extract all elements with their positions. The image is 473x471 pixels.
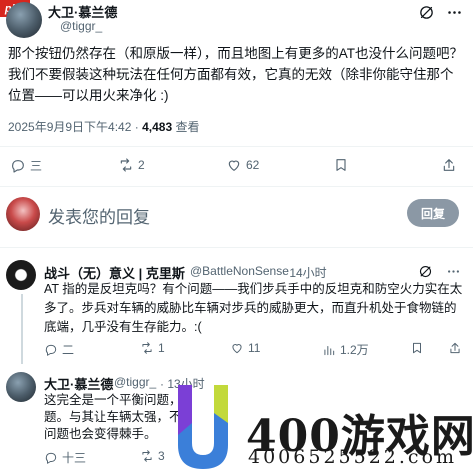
retweet-action[interactable]: 2 [118,157,145,173]
share-action[interactable] [448,341,462,355]
like-count: 11 [248,341,261,355]
watermark-logo [178,385,228,469]
divider [0,146,473,147]
views-label: 查看 [175,120,200,134]
like-action[interactable]: 11 [230,341,260,355]
reply2-avatar[interactable] [6,372,36,402]
share-action[interactable] [441,157,457,173]
more-icon[interactable] [446,4,463,26]
bookmark-action[interactable] [410,341,424,355]
share-icon [443,159,455,171]
like-count: 62 [246,158,260,172]
reply1-text: AT 指的是反坦克吗？有个问题——我们步兵手中的反坦克和防空火力实在太多了。步兵… [44,282,463,334]
watermark-number: 4006525522.com [248,446,458,468]
main-author-handle[interactable]: @tiggr_ [60,19,102,33]
reply-action[interactable]: 十三 [44,449,86,466]
retweet-icon [142,342,152,354]
grok-icon[interactable] [418,4,435,26]
views-icon [324,345,335,355]
reply-action[interactable]: 三 [10,157,42,174]
reply-input[interactable]: 发表您的回复 [48,203,150,228]
main-tweet-text: 那个按钮仍然存在（和原版一样），而且地图上有更多的AT也没什么问题吧？我们不要假… [8,46,463,103]
heart-icon [232,344,242,354]
tweet-timestamp[interactable]: 2025年9月9日下午4:42 [8,120,131,134]
views-count: 4,483 [142,120,173,134]
reply2-text-line3: 问题也会变得棘手。 [44,427,157,441]
reply-icon [12,159,24,173]
retweet-icon [120,158,132,172]
reply-icon [45,344,57,356]
reply-button[interactable]: 回复 [407,199,459,227]
views-action[interactable]: 1.2万 [322,341,369,358]
main-author-avatar[interactable] [6,2,42,38]
retweet-count: 3 [158,449,165,463]
user-avatar[interactable] [6,197,40,231]
bookmark-icon [336,159,346,171]
reply-count: 十三 [62,451,87,465]
views-count: 1.2万 [340,343,369,357]
reply2-author-handle[interactable]: @tiggr_ [114,375,156,389]
reply-icon [45,452,57,464]
reply-action[interactable]: 二 [44,341,74,358]
reply-count: 二 [62,343,75,357]
retweet-action[interactable]: 3 [140,449,165,463]
retweet-icon [142,450,152,462]
reply-count: 三 [30,159,43,173]
retweet-count: 1 [158,341,165,355]
divider [0,247,473,248]
divider [0,186,473,187]
thread-line [21,294,23,364]
bookmark-icon [413,342,421,354]
retweet-count: 2 [138,158,145,172]
heart-icon [228,160,240,171]
reply1-author-handle[interactable]: @BattleNonSense [190,264,289,278]
share-icon [450,342,460,354]
like-action[interactable]: 62 [226,157,259,173]
retweet-action[interactable]: 1 [140,341,165,355]
reply1-avatar[interactable] [6,260,36,290]
reply1-time[interactable]: · 14小时 [282,264,327,281]
bookmark-action[interactable] [333,157,349,173]
tweet-meta: 2025年9月9日下午4:42 · 4,483 查看 [8,120,200,134]
